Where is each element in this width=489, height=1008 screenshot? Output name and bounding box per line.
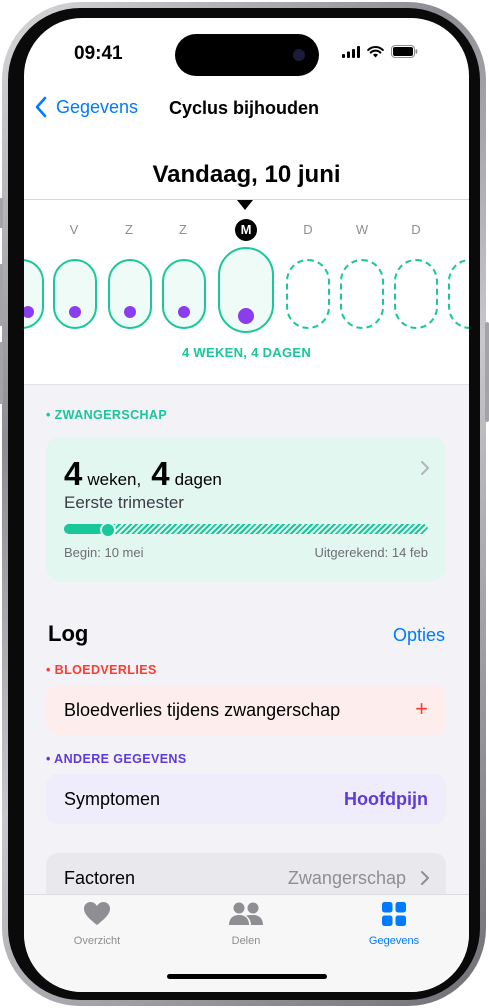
phone-frame: 09:41 Gegevens Cyclus bijhouden Vandaag,… xyxy=(0,2,489,1006)
screen: 09:41 Gegevens Cyclus bijhouden Vandaag,… xyxy=(24,18,469,992)
today-marker-icon xyxy=(237,200,253,210)
day-letter[interactable]: V xyxy=(64,222,84,237)
pregnancy-duration: 4 weken, 4 dagen xyxy=(64,455,232,493)
due-date-label: Uitgerekend: 14 feb xyxy=(314,545,428,560)
tab-overview[interactable]: Overzicht xyxy=(47,901,147,947)
content-area: • ZWANGERSCHAP 4 weken, 4 dagen Eerste t… xyxy=(24,384,469,903)
days-value: 4 xyxy=(151,455,170,492)
heart-icon xyxy=(84,902,110,925)
factors-row-label: Factoren xyxy=(64,868,136,888)
pregnancy-progress-bar xyxy=(64,522,428,538)
progress-knob xyxy=(99,522,116,538)
battery-icon xyxy=(391,45,418,58)
grid-icon xyxy=(382,902,406,926)
cycle-day-pill[interactable] xyxy=(53,259,97,329)
pregnancy-section-label: • ZWANGERSCHAP xyxy=(46,408,168,422)
cycle-caption: 4 WEKEN, 4 DAGEN xyxy=(181,345,312,360)
back-button[interactable]: Gegevens xyxy=(34,96,138,118)
back-label: Gegevens xyxy=(56,96,139,117)
options-button[interactable]: Opties xyxy=(393,625,445,646)
weeks-unit: weken, xyxy=(87,470,142,489)
volume-down-button xyxy=(0,342,3,404)
dynamic-island xyxy=(175,34,319,76)
cycle-day-pill-today[interactable] xyxy=(218,247,274,333)
other-data-section-label: • ANDERE GEGEVENS xyxy=(46,752,187,766)
cycle-day-pill-future[interactable] xyxy=(448,259,469,329)
day-letter[interactable]: D xyxy=(24,222,30,237)
weeks-value: 4 xyxy=(64,455,83,492)
day-letter[interactable]: Z xyxy=(119,222,139,237)
pregnancy-dot xyxy=(238,308,254,324)
days-unit: dagen xyxy=(174,470,222,489)
chevron-right-icon xyxy=(420,869,430,892)
cellular-signal-icon xyxy=(342,45,360,58)
symptoms-row-value: Hoofdpijn xyxy=(344,789,428,809)
cycle-day-pill[interactable] xyxy=(108,259,152,329)
pregnancy-card[interactable]: 4 weken, 4 dagen Eerste trimester Begin:… xyxy=(46,437,446,581)
day-letter[interactable]: Z xyxy=(173,222,193,237)
chevron-right-icon xyxy=(420,459,430,482)
cycle-day-pill[interactable] xyxy=(162,259,206,329)
cycle-day-pill-future[interactable] xyxy=(286,259,330,329)
pregnancy-dot xyxy=(24,306,34,318)
cycle-day-pill-future[interactable] xyxy=(340,259,384,329)
day-letter[interactable]: W xyxy=(352,222,372,237)
cycle-day-pill-future[interactable] xyxy=(394,259,438,329)
wifi-icon xyxy=(367,45,384,57)
tab-share[interactable]: Delen xyxy=(196,901,296,947)
tab-data-label: Gegevens xyxy=(368,935,420,947)
home-indicator[interactable] xyxy=(167,974,327,979)
symptoms-row[interactable]: Symptomen Hoofdpijn xyxy=(46,774,446,824)
day-letter[interactable]: D xyxy=(406,222,426,237)
bleeding-row[interactable]: Bloedverlies tijdens zwangerschap + xyxy=(46,685,446,735)
log-title: Log xyxy=(48,621,89,646)
add-bleeding-icon[interactable]: + xyxy=(415,696,428,722)
date-title: Vandaag, 10 juni xyxy=(152,161,341,188)
pregnancy-dot xyxy=(69,306,81,318)
tab-overview-label: Overzicht xyxy=(73,935,121,947)
symptoms-row-label: Symptomen xyxy=(64,789,161,809)
trimester-label: Eerste trimester xyxy=(64,493,184,512)
pregnancy-dot xyxy=(124,306,136,318)
volume-up-button xyxy=(0,264,3,326)
chevron-left-icon xyxy=(35,96,47,118)
front-camera xyxy=(293,49,305,61)
status-time: 09:41 xyxy=(74,43,123,64)
day-letter[interactable]: D xyxy=(298,222,318,237)
nav-title: Cyclus bijhouden xyxy=(169,98,320,118)
cycle-day-pill[interactable] xyxy=(24,259,44,329)
action-button xyxy=(0,198,3,228)
factors-row-value: Zwangerschap xyxy=(287,868,406,888)
people-icon xyxy=(229,902,263,925)
status-icons xyxy=(342,45,418,58)
bleeding-section-label: • BLOEDVERLIES xyxy=(46,663,157,677)
start-date-label: Begin: 10 mei xyxy=(64,545,144,560)
pregnancy-dot xyxy=(178,306,190,318)
today-day-letter[interactable]: M xyxy=(235,219,257,241)
side-button xyxy=(485,322,489,422)
tab-data[interactable]: Gegevens xyxy=(344,901,444,947)
bleeding-row-label: Bloedverlies tijdens zwangerschap xyxy=(64,700,341,720)
tab-share-label: Delen xyxy=(231,935,261,947)
